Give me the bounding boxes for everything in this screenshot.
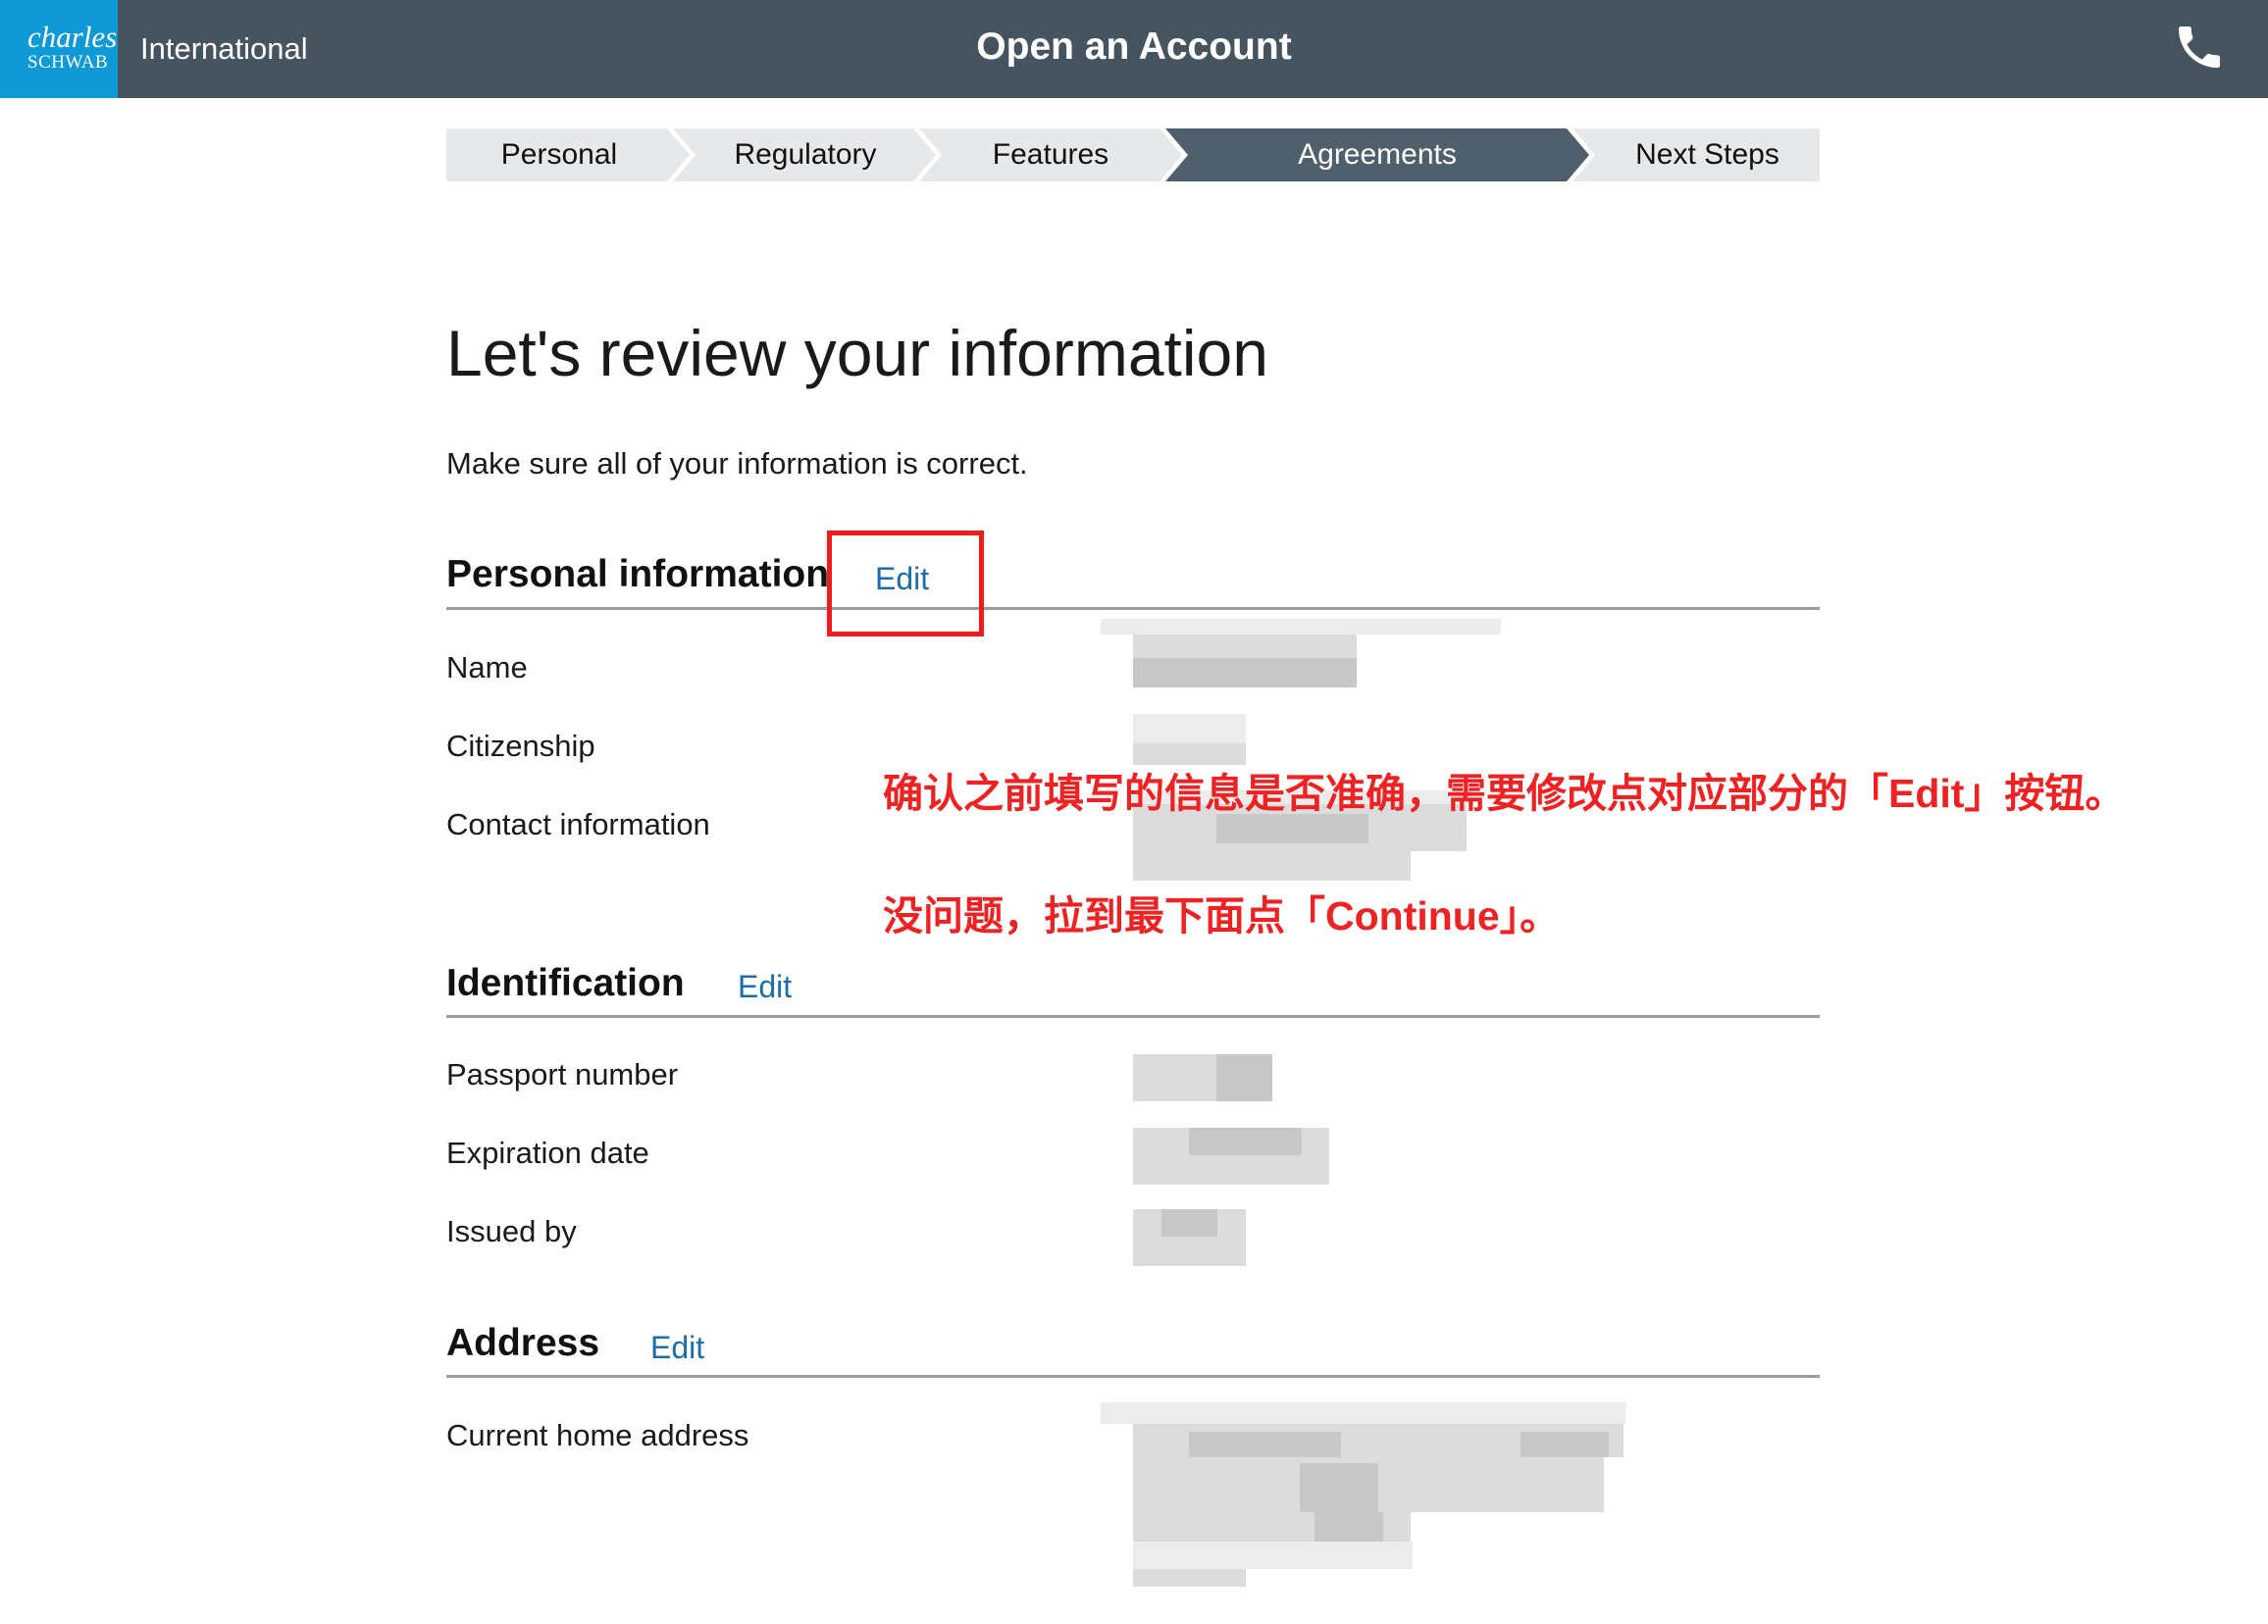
page-title: Open an Account xyxy=(976,25,1292,68)
progress-stepper: Personal Regulatory Features Agreements … xyxy=(446,128,1820,181)
row-label-passport: Passport number xyxy=(446,1057,679,1091)
row-label-citizenship: Citizenship xyxy=(446,729,595,763)
identification-title: Identification xyxy=(446,962,685,1004)
step-agreements[interactable]: Agreements xyxy=(1188,128,1567,181)
row-label-contact: Contact information xyxy=(446,807,710,841)
identification-divider xyxy=(446,1015,1820,1018)
address-edit-link[interactable]: Edit xyxy=(650,1330,704,1366)
row-label-home-address: Current home address xyxy=(446,1418,749,1452)
personal-info-divider xyxy=(446,607,1820,610)
identification-edit-link[interactable]: Edit xyxy=(738,969,792,1005)
top-bar: charles SCHWAB International Open an Acc… xyxy=(0,0,2268,98)
edit-highlight-box xyxy=(827,531,984,636)
annotation-line-1: 确认之前填写的信息是否准确，需要修改点对应部分的「Edit」按钮。 xyxy=(883,771,2126,816)
row-label-expiration: Expiration date xyxy=(446,1136,649,1170)
phone-icon[interactable] xyxy=(2172,20,2227,75)
annotation-line-2: 没问题，拉到最下面点「Continue」。 xyxy=(883,893,1561,939)
step-regulatory[interactable]: Regulatory xyxy=(692,128,919,181)
address-divider xyxy=(446,1375,1820,1378)
row-label-issued-by: Issued by xyxy=(446,1214,577,1248)
step-features[interactable]: Features xyxy=(942,128,1160,181)
row-label-name: Name xyxy=(446,650,528,685)
step-next-steps[interactable]: Next Steps xyxy=(1595,128,1820,181)
personal-info-title: Personal information xyxy=(446,553,830,595)
review-heading: Let's review your information xyxy=(446,317,1268,389)
review-subheading: Make sure all of your information is cor… xyxy=(446,446,1028,481)
step-personal[interactable]: Personal xyxy=(446,128,672,181)
address-title: Address xyxy=(446,1322,600,1364)
